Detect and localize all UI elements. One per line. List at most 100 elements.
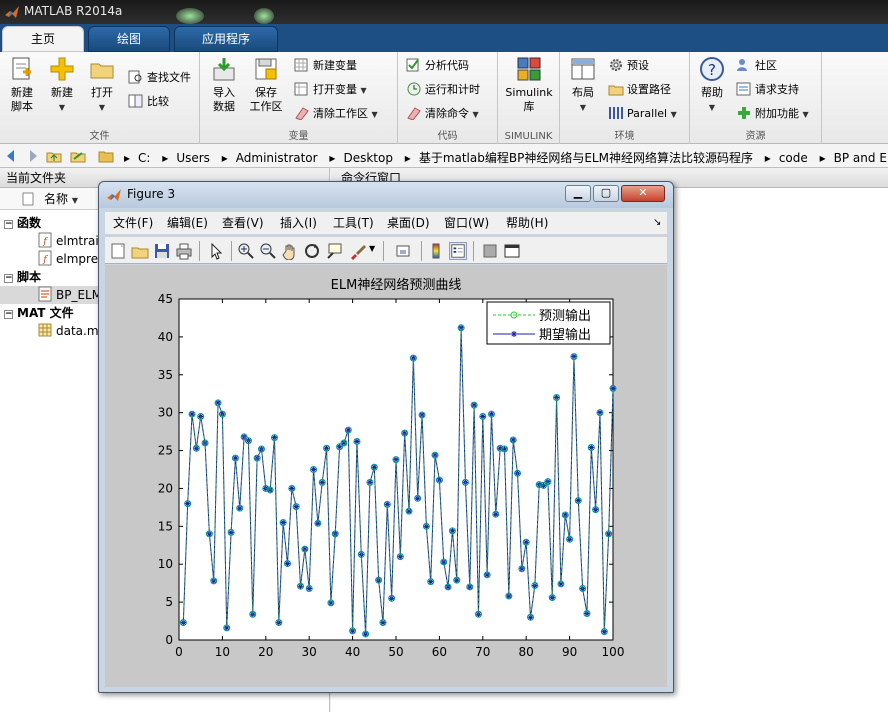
clear-workspace-button[interactable]: 清除工作区 ▼ xyxy=(294,104,378,124)
menu-dock-arrow-icon[interactable]: ↘ xyxy=(653,212,661,234)
toolbar-separator xyxy=(473,241,474,261)
simulink-library-button[interactable]: Simulink 库 xyxy=(502,56,556,114)
new-button[interactable]: 新建 ▼ xyxy=(44,56,80,115)
find-files-button[interactable]: 查找文件 xyxy=(128,68,191,88)
parallel-icon xyxy=(609,107,623,119)
file-item[interactable]: data.m xyxy=(38,322,99,340)
save-icon[interactable] xyxy=(153,242,171,260)
open-icon[interactable] xyxy=(131,242,149,260)
menu-help[interactable]: 帮助(H) xyxy=(506,212,548,234)
group-scripts[interactable]: − 脚本 xyxy=(4,268,41,286)
import-data-button[interactable]: 导入 数据 xyxy=(206,56,242,114)
figure-toolbar: ▼ xyxy=(105,236,667,264)
menu-edit[interactable]: 编辑(E) xyxy=(167,212,208,234)
brush-dropdown-arrow-icon[interactable]: ▼ xyxy=(369,244,375,253)
layout-button[interactable]: 布局 ▼ xyxy=(566,56,600,115)
open-variable-icon xyxy=(294,82,308,96)
collapse-icon[interactable]: − xyxy=(4,220,13,229)
open-variable-button[interactable]: 打开变量 ▼ xyxy=(294,80,367,100)
breadcrumb-item[interactable]: 基于matlab编程BP神经网络与ELM神经网络算法比较源码程序 xyxy=(419,151,753,165)
print-icon[interactable] xyxy=(175,242,193,260)
set-path-button[interactable]: 设置路径 xyxy=(608,80,671,100)
new-figure-icon[interactable] xyxy=(109,242,127,260)
browse-folder-icon[interactable] xyxy=(70,148,86,164)
new-script-button[interactable]: 新建 脚本 xyxy=(4,56,40,114)
forward-arrow-icon[interactable] xyxy=(24,148,40,164)
addons-button[interactable]: 附加功能 ▼ xyxy=(736,104,809,124)
group-mat-files[interactable]: − MAT 文件 xyxy=(4,304,74,322)
save-workspace-icon xyxy=(255,58,277,80)
pointer-icon[interactable] xyxy=(207,242,225,260)
elm-prediction-plot[interactable]: ELM神经网络预测曲线 0 10 20 30 40 50 60 70 80 90 100 0 5 10 15 2… xyxy=(105,265,667,687)
legend-icon[interactable] xyxy=(449,242,467,260)
collapse-icon[interactable]: − xyxy=(4,310,13,319)
breadcrumb-item[interactable]: C: xyxy=(138,151,150,165)
figure-canvas[interactable]: ELM神经网络预测曲线 0 10 20 30 40 50 60 70 80 90 100 0 5 10 15 2… xyxy=(105,265,667,687)
analyze-code-button[interactable]: 分析代码 xyxy=(406,56,469,76)
x-tick-label: 0 xyxy=(175,645,183,659)
menu-tools[interactable]: 工具(T) xyxy=(333,212,374,234)
show-tools-icon[interactable] xyxy=(503,242,521,260)
glow-decoration xyxy=(254,8,274,24)
close-button[interactable]: ✕ xyxy=(621,185,665,202)
rotate-icon[interactable] xyxy=(303,242,321,260)
colorbar-icon[interactable] xyxy=(427,242,445,260)
zoom-out-icon[interactable] xyxy=(259,242,277,260)
menu-desktop[interactable]: 桌面(D) xyxy=(387,212,430,234)
up-folder-icon[interactable] xyxy=(46,148,62,164)
clear-commands-button[interactable]: 清除命令 ▼ xyxy=(406,104,479,124)
link-icon[interactable] xyxy=(395,242,413,260)
breadcrumb-item[interactable]: BP and ELM xyxy=(834,151,888,165)
x-tick-label: 70 xyxy=(475,645,490,659)
brush-icon[interactable] xyxy=(349,242,367,260)
menu-view[interactable]: 查看(V) xyxy=(222,212,264,234)
mat-file-icon xyxy=(38,323,52,337)
data-cursor-icon[interactable] xyxy=(325,242,343,260)
minimize-button[interactable]: ▁ xyxy=(565,185,591,202)
zoom-in-icon[interactable] xyxy=(237,242,255,260)
set-path-icon xyxy=(608,85,624,96)
figure-titlebar[interactable]: Figure 3 ▁ ▢ ✕ xyxy=(99,182,673,208)
menu-insert[interactable]: 插入(I) xyxy=(280,212,317,234)
community-button[interactable]: 社区 xyxy=(736,56,777,76)
breadcrumb-separator: ▸ xyxy=(329,151,336,165)
save-workspace-button[interactable]: 保存 工作区 xyxy=(246,56,286,114)
breadcrumb-item[interactable]: Desktop xyxy=(343,151,393,165)
tab-home[interactable]: 主页 xyxy=(2,26,84,52)
pan-icon[interactable] xyxy=(281,242,299,260)
file-item[interactable]: f elmtrai xyxy=(38,232,99,250)
compare-button[interactable]: 比较 xyxy=(128,92,169,112)
open-button[interactable]: 打开 ▼ xyxy=(84,56,120,115)
group-label-variable: 变量 xyxy=(288,131,309,142)
x-tick-label: 50 xyxy=(388,645,403,659)
new-variable-button[interactable]: 新建变量 xyxy=(294,56,357,76)
open-folder-icon xyxy=(90,63,114,79)
tab-apps[interactable]: 应用程序 xyxy=(174,26,278,52)
set-path-label: 设置路径 xyxy=(627,83,671,96)
x-tick-label: 100 xyxy=(602,645,625,659)
menu-window[interactable]: 窗口(W) xyxy=(444,212,489,234)
breadcrumb[interactable]: ▸ C: ▸ Users ▸ Administrator ▸ Desktop ▸ 基于ma… xyxy=(120,149,888,166)
dropdown-arrow-icon: ▼ xyxy=(58,103,66,112)
breadcrumb-item[interactable]: Administrator xyxy=(236,151,318,165)
group-functions[interactable]: − 函数 xyxy=(4,214,41,232)
tab-plots[interactable]: 绘图 xyxy=(88,26,170,52)
help-button[interactable]: ? 帮助 ▼ xyxy=(696,56,728,115)
matlab-logo-icon xyxy=(5,6,19,18)
collapse-icon[interactable]: − xyxy=(4,274,13,283)
request-support-button[interactable]: 请求支持 xyxy=(736,80,799,100)
menu-file[interactable]: 文件(F) xyxy=(113,212,153,234)
help-icon: ? xyxy=(700,57,724,81)
clear-commands-label: 清除命令 xyxy=(425,107,469,120)
breadcrumb-item[interactable]: Users xyxy=(176,151,210,165)
back-arrow-icon[interactable] xyxy=(4,148,20,164)
maximize-button[interactable]: ▢ xyxy=(593,185,619,202)
ribbon-group-environment: 布局 ▼ 预设 设置路径 Parallel ▼ 环境 xyxy=(560,52,690,144)
parallel-button[interactable]: Parallel ▼ xyxy=(608,104,677,124)
open-variable-label: 打开变量 xyxy=(313,83,357,96)
file-item[interactable]: f elmpre xyxy=(38,250,98,268)
hide-tools-icon[interactable] xyxy=(481,242,499,260)
run-and-time-button[interactable]: 运行和计时 xyxy=(406,80,480,100)
breadcrumb-item[interactable]: code xyxy=(779,151,808,165)
preferences-button[interactable]: 预设 xyxy=(608,56,649,76)
